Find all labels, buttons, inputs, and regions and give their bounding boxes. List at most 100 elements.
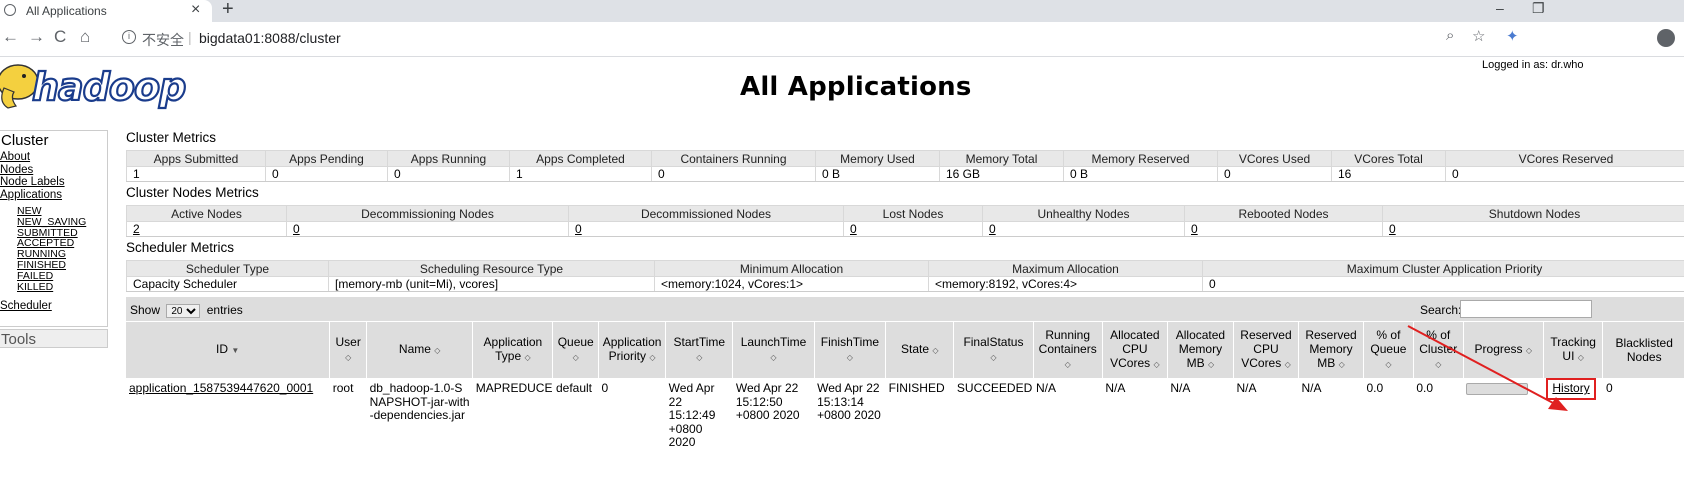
cluster-metrics-header-row: Apps Submitted Apps Pending Apps Running… — [126, 150, 1684, 167]
separator: | — [188, 29, 192, 45]
header-cell: Memory Reserved — [1063, 150, 1218, 167]
col-state[interactable]: State ◇ — [885, 322, 955, 378]
extension-icon[interactable]: ✦ — [1506, 27, 1519, 45]
active-nodes-link[interactable]: 2 — [133, 222, 140, 236]
cell-launch-time: Wed Apr 22 15:12:50 +0800 2020 — [735, 381, 800, 422]
col-launch-time[interactable]: LaunchTime ◇ — [732, 322, 815, 378]
sidebar-tools: Tools — [0, 329, 108, 348]
sort-icon: ◇ — [932, 346, 939, 355]
sort-icon: ◇ — [345, 353, 352, 362]
header-cell: Unhealthy Nodes — [982, 205, 1185, 222]
sort-icon: ◇ — [434, 346, 441, 355]
info-icon[interactable]: i — [122, 30, 136, 44]
value-cell: 2 — [126, 221, 287, 237]
sort-icon: ◇ — [696, 353, 703, 362]
sidebar-item-node-labels[interactable]: Node Labels — [0, 176, 65, 189]
decommissioned-nodes-link[interactable]: 0 — [575, 222, 582, 236]
cell-id: application_1587539447620_0001 — [126, 378, 330, 454]
value-cell: 0 — [568, 221, 844, 237]
applications-table: ID ▼ User ◇ Name ◇ Application Type ◇ Que… — [126, 322, 1684, 454]
col-start-time[interactable]: StartTime ◇ — [665, 322, 734, 378]
address-bar[interactable]: i 不安全 | bigdata01:8088/cluster — [112, 26, 1592, 52]
col-final-status[interactable]: FinalStatus ◇ — [953, 322, 1034, 378]
sidebar-item-applications[interactable]: Applications — [0, 189, 65, 202]
value-cell: 0 — [1202, 276, 1684, 292]
shutdown-nodes-link[interactable]: 0 — [1389, 222, 1396, 236]
col-blacklisted-nodes[interactable]: Blacklisted Nodes — [1602, 322, 1684, 378]
sidebar-item-failed[interactable]: FAILED — [17, 270, 86, 282]
col-pct-queue[interactable]: % of Queue ◇ — [1363, 322, 1414, 378]
zoom-icon[interactable]: ⌕ — [1446, 27, 1454, 44]
sort-icon: ◇ — [1153, 360, 1160, 369]
node-metrics-title: Cluster Nodes Metrics — [126, 185, 259, 200]
cell-priority: 0 — [601, 381, 609, 395]
logged-in-label: Logged in as: dr.who — [1482, 59, 1584, 71]
value-cell: 0 — [1382, 221, 1684, 237]
col-running-containers[interactable]: Running Containers ◇ — [1033, 322, 1103, 378]
sidebar-item-about[interactable]: About — [0, 151, 65, 164]
close-icon[interactable]: × — [191, 1, 200, 19]
reload-button[interactable]: C — [54, 27, 66, 47]
tab-all-applications[interactable]: All Applications × — [0, 0, 212, 22]
apps-header-row: ID ▼ User ◇ Name ◇ Application Type ◇ Que… — [126, 322, 1684, 378]
col-label: FinishTime — [820, 335, 879, 349]
entries-select[interactable]: 20 — [166, 304, 201, 318]
col-id[interactable]: ID ▼ — [126, 322, 331, 378]
forward-button[interactable]: → — [28, 27, 45, 47]
value-cell: Capacity Scheduler — [126, 276, 329, 292]
col-label: StartTime — [673, 335, 726, 349]
col-reserved-memory[interactable]: Reserved Memory MB ◇ — [1298, 322, 1365, 378]
profile-avatar-icon[interactable] — [1657, 29, 1675, 47]
sidebar-item-killed[interactable]: KILLED — [17, 281, 86, 293]
col-pct-cluster[interactable]: % of Cluster ◇ — [1413, 322, 1464, 378]
unhealthy-nodes-link[interactable]: 0 — [989, 222, 996, 236]
header-cell: Apps Completed — [509, 150, 652, 167]
application-id-link[interactable]: application_1587539447620_0001 — [129, 381, 313, 395]
cell-pct-cluster: 0.0 — [1416, 381, 1434, 395]
header-cell: Apps Submitted — [126, 150, 266, 167]
sort-icon: ◇ — [1577, 353, 1584, 362]
apps-table-controls: Show 20 entries Search: — [126, 297, 1684, 321]
back-button[interactable]: ← — [2, 27, 19, 47]
col-tracking-ui[interactable]: Tracking UI ◇ — [1543, 322, 1604, 378]
decommissioning-nodes-link[interactable]: 0 — [293, 222, 300, 236]
hadoop-logo[interactable]: hadoop — [0, 58, 208, 116]
minimize-button[interactable]: – — [1496, 0, 1504, 16]
col-allocated-memory[interactable]: Allocated Memory MB ◇ — [1167, 322, 1234, 378]
col-application-priority[interactable]: Application Priority ◇ — [598, 322, 667, 378]
col-application-type[interactable]: Application Type ◇ — [472, 322, 554, 378]
scheduler-metrics-table: Scheduler Type Scheduling Resource Type … — [126, 260, 1684, 292]
sidebar-item-nodes[interactable]: Nodes — [0, 164, 65, 177]
cell-start-time: Wed Apr 22 15:12:49 +0800 2020 — [668, 381, 716, 449]
home-button[interactable]: ⌂ — [80, 27, 90, 47]
cluster-metrics-table: Apps Submitted Apps Pending Apps Running… — [126, 150, 1684, 182]
value-cell: <memory:8192, vCores:4> — [928, 276, 1203, 292]
header-cell: Maximum Cluster Application Priority — [1202, 260, 1684, 277]
restore-button[interactable]: ❐ — [1532, 0, 1545, 17]
star-icon[interactable]: ☆ — [1472, 27, 1485, 45]
history-link[interactable]: History — [1552, 381, 1589, 395]
sidebar-cluster-title[interactable]: Cluster — [0, 131, 107, 150]
url-text[interactable]: bigdata01:8088/cluster — [199, 30, 341, 46]
col-user[interactable]: User ◇ — [329, 322, 368, 378]
col-finish-time[interactable]: FinishTime ◇ — [814, 322, 887, 378]
col-label: Application Type — [483, 335, 543, 363]
col-allocated-cpu[interactable]: Allocated CPU VCores ◇ — [1102, 322, 1168, 378]
cell-reserved-cpu: N/A — [1236, 381, 1257, 395]
show-label: Show — [130, 303, 161, 317]
new-tab-button[interactable]: + — [222, 0, 234, 21]
search-input[interactable] — [1460, 300, 1592, 318]
sort-icon: ◇ — [1435, 360, 1442, 369]
rebooted-nodes-link[interactable]: 0 — [1191, 222, 1198, 236]
col-progress[interactable]: Progress ◇ — [1463, 322, 1544, 378]
sidebar-item-new-saving[interactable]: NEW_SAVING — [17, 216, 86, 228]
cell-user: root — [332, 381, 354, 395]
progress-bar — [1466, 383, 1529, 395]
sidebar-item-scheduler[interactable]: Scheduler — [0, 300, 52, 313]
col-queue[interactable]: Queue ◇ — [552, 322, 599, 378]
col-name[interactable]: Name ◇ — [366, 322, 474, 378]
lost-nodes-link[interactable]: 0 — [850, 222, 857, 236]
sidebar-tools-title[interactable]: Tools — [0, 330, 107, 349]
sort-icon: ◇ — [1525, 346, 1533, 355]
col-reserved-cpu[interactable]: Reserved CPU VCores ◇ — [1233, 322, 1299, 378]
